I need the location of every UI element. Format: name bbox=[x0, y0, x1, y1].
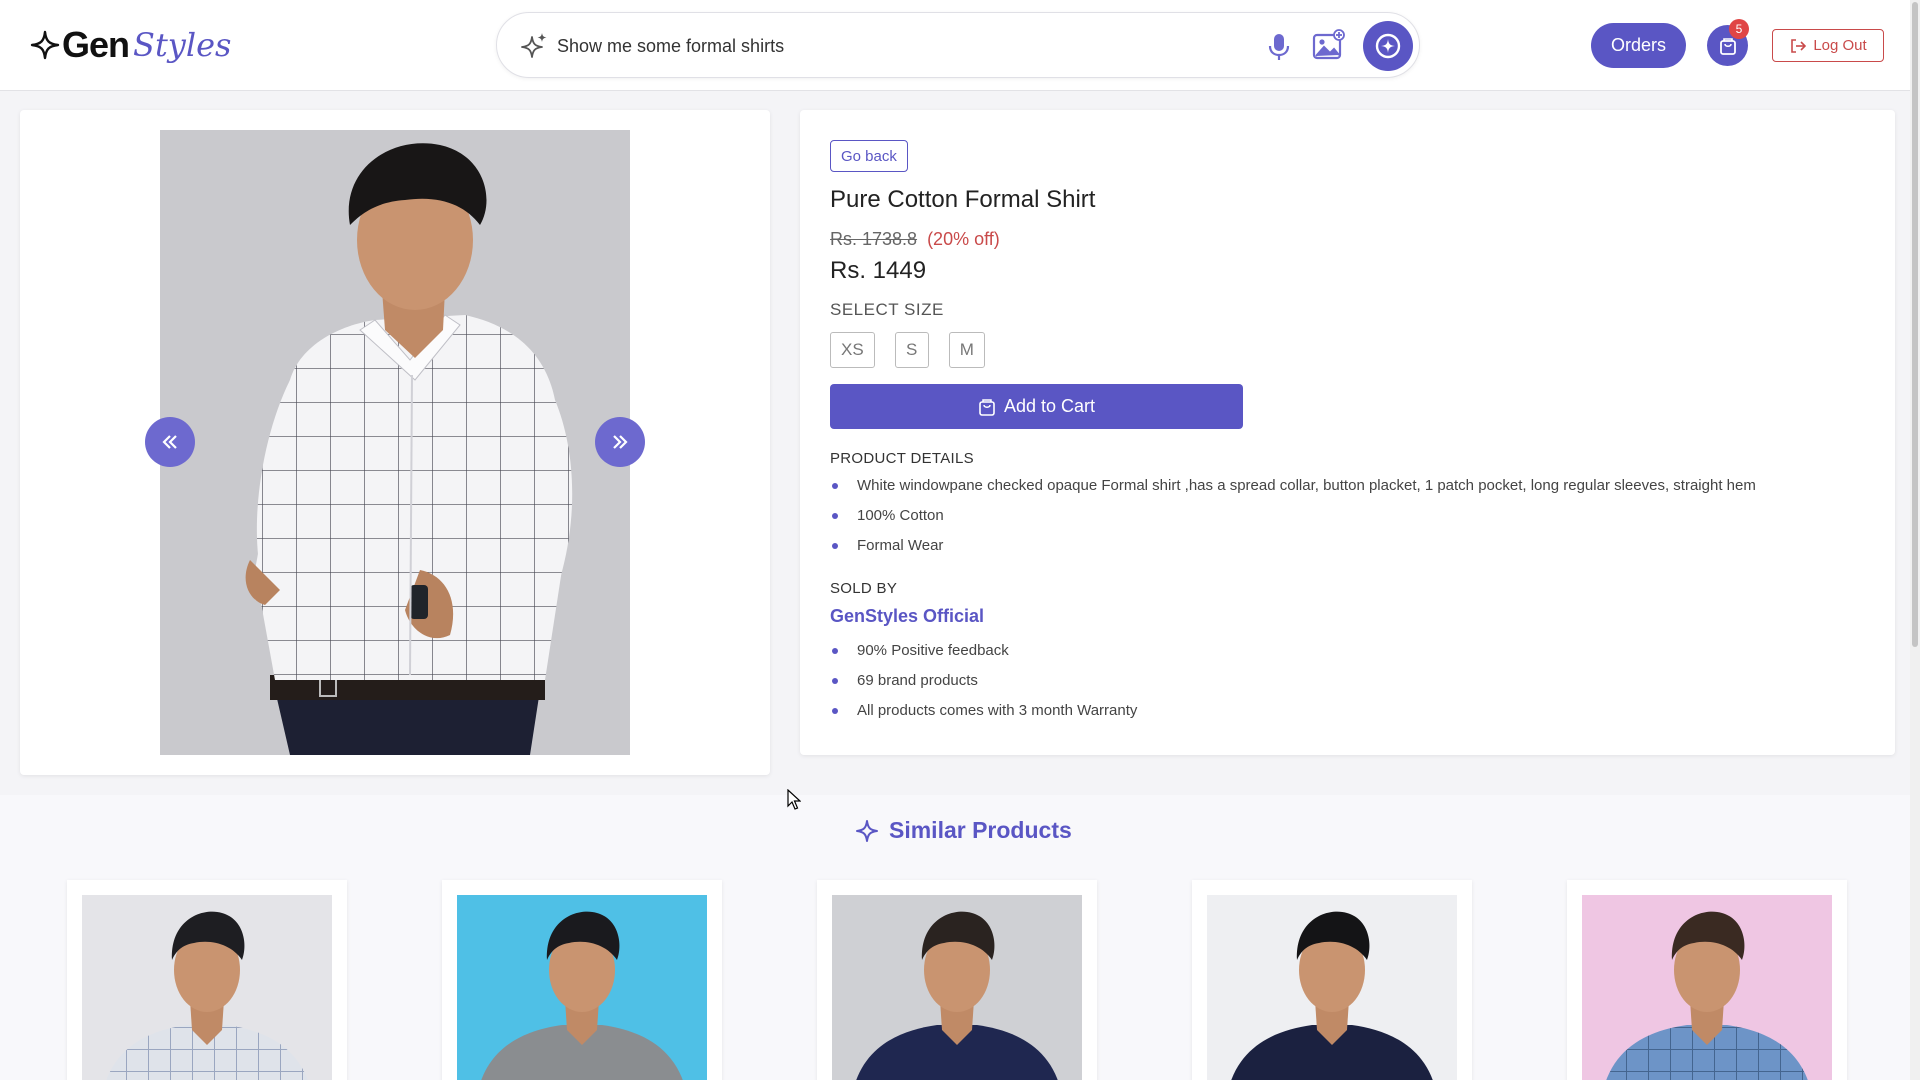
seller-info-list: 90% Positive feedback 69 brand products … bbox=[830, 636, 1137, 726]
next-image-button[interactable] bbox=[595, 417, 645, 467]
similar-product-image[interactable] bbox=[1582, 895, 1832, 1080]
size-option-s[interactable]: S bbox=[894, 332, 929, 368]
double-chevron-left-icon bbox=[162, 435, 177, 449]
shopping-bag-icon bbox=[979, 398, 995, 416]
similar-product-image[interactable] bbox=[832, 895, 1082, 1080]
cart-count-badge: 5 bbox=[1729, 19, 1749, 39]
ai-search-button[interactable] bbox=[1363, 21, 1413, 71]
size-option-xs[interactable]: XS bbox=[830, 332, 875, 368]
similar-product-card[interactable] bbox=[1192, 880, 1472, 1080]
ai-sparkle-icon bbox=[521, 33, 547, 58]
similar-products-section: Similar Products bbox=[0, 795, 1920, 1080]
scrollbar-thumb[interactable] bbox=[1912, 2, 1918, 647]
similar-product-card[interactable] bbox=[1567, 880, 1847, 1080]
logout-button[interactable]: Log Out bbox=[1772, 29, 1884, 62]
sparkle-logo-icon bbox=[30, 30, 60, 60]
product-details-panel: Go back Pure Cotton Formal Shirt Rs. 173… bbox=[800, 110, 1895, 755]
seller-info-item: 90% Positive feedback bbox=[830, 636, 1137, 666]
detail-item: 100% Cotton bbox=[830, 501, 1756, 531]
seller-info-item: All products comes with 3 month Warranty bbox=[830, 696, 1137, 726]
sparkle-plus-icon bbox=[1375, 33, 1401, 59]
sparkle-icon bbox=[856, 819, 878, 842]
add-to-cart-label: Add to Cart bbox=[1003, 396, 1096, 416]
discount-label: (20% off) bbox=[927, 229, 1000, 249]
double-chevron-right-icon bbox=[613, 435, 628, 449]
original-price-row: Rs. 1738.8 (20% off) bbox=[830, 229, 1000, 250]
search-bar bbox=[496, 12, 1420, 78]
select-size-label: SELECT SIZE bbox=[830, 300, 944, 319]
logout-icon bbox=[1791, 38, 1807, 53]
detail-item: Formal Wear bbox=[830, 531, 1756, 561]
logo-text-styles: Styles bbox=[133, 26, 232, 64]
shopping-bag-icon bbox=[1719, 37, 1736, 55]
seller-info-item: 69 brand products bbox=[830, 666, 1137, 696]
seller-name-link[interactable]: GenStyles Official bbox=[830, 606, 984, 627]
microphone-icon[interactable] bbox=[1263, 31, 1295, 63]
similar-product-image[interactable] bbox=[1207, 895, 1457, 1080]
genstyles-logo[interactable]: Gen Styles bbox=[30, 24, 231, 66]
current-price: Rs. 1449 bbox=[830, 257, 927, 284]
detail-item: White windowpane checked opaque Formal s… bbox=[830, 471, 1756, 501]
product-photo bbox=[160, 130, 630, 755]
similar-products-title: Similar Products bbox=[889, 817, 1072, 843]
similar-products-heading: Similar Products bbox=[855, 817, 1072, 844]
page-scrollbar[interactable] bbox=[1910, 0, 1920, 1080]
similar-product-image[interactable] bbox=[457, 895, 707, 1080]
sold-by-heading: SOLD BY bbox=[830, 580, 898, 597]
similar-product-card[interactable] bbox=[817, 880, 1097, 1080]
product-details-list: White windowpane checked opaque Formal s… bbox=[830, 471, 1756, 561]
similar-product-card[interactable] bbox=[67, 880, 347, 1080]
add-to-cart-button[interactable]: Add to Cart bbox=[830, 384, 1243, 429]
previous-image-button[interactable] bbox=[145, 417, 195, 467]
search-input[interactable] bbox=[557, 31, 1217, 61]
image-search-icon[interactable] bbox=[1311, 29, 1345, 63]
model-in-checked-shirt-image bbox=[160, 130, 630, 755]
logo-text-gen: Gen bbox=[62, 24, 130, 65]
product-title: Pure Cotton Formal Shirt bbox=[830, 186, 1096, 213]
original-price: Rs. 1738.8 bbox=[830, 229, 918, 249]
logout-label: Log Out bbox=[1813, 37, 1867, 54]
similar-product-card[interactable] bbox=[442, 880, 722, 1080]
size-selector: XS S M bbox=[830, 332, 985, 368]
mouse-cursor-icon bbox=[787, 789, 801, 810]
similar-product-image[interactable] bbox=[82, 895, 332, 1080]
go-back-button[interactable]: Go back bbox=[830, 140, 908, 172]
top-header: Gen Styles Orders bbox=[0, 0, 1920, 91]
product-image-carousel bbox=[20, 110, 770, 775]
product-details-heading: PRODUCT DETAILS bbox=[830, 450, 974, 467]
size-option-m[interactable]: M bbox=[948, 332, 985, 368]
orders-button[interactable]: Orders bbox=[1591, 23, 1686, 68]
